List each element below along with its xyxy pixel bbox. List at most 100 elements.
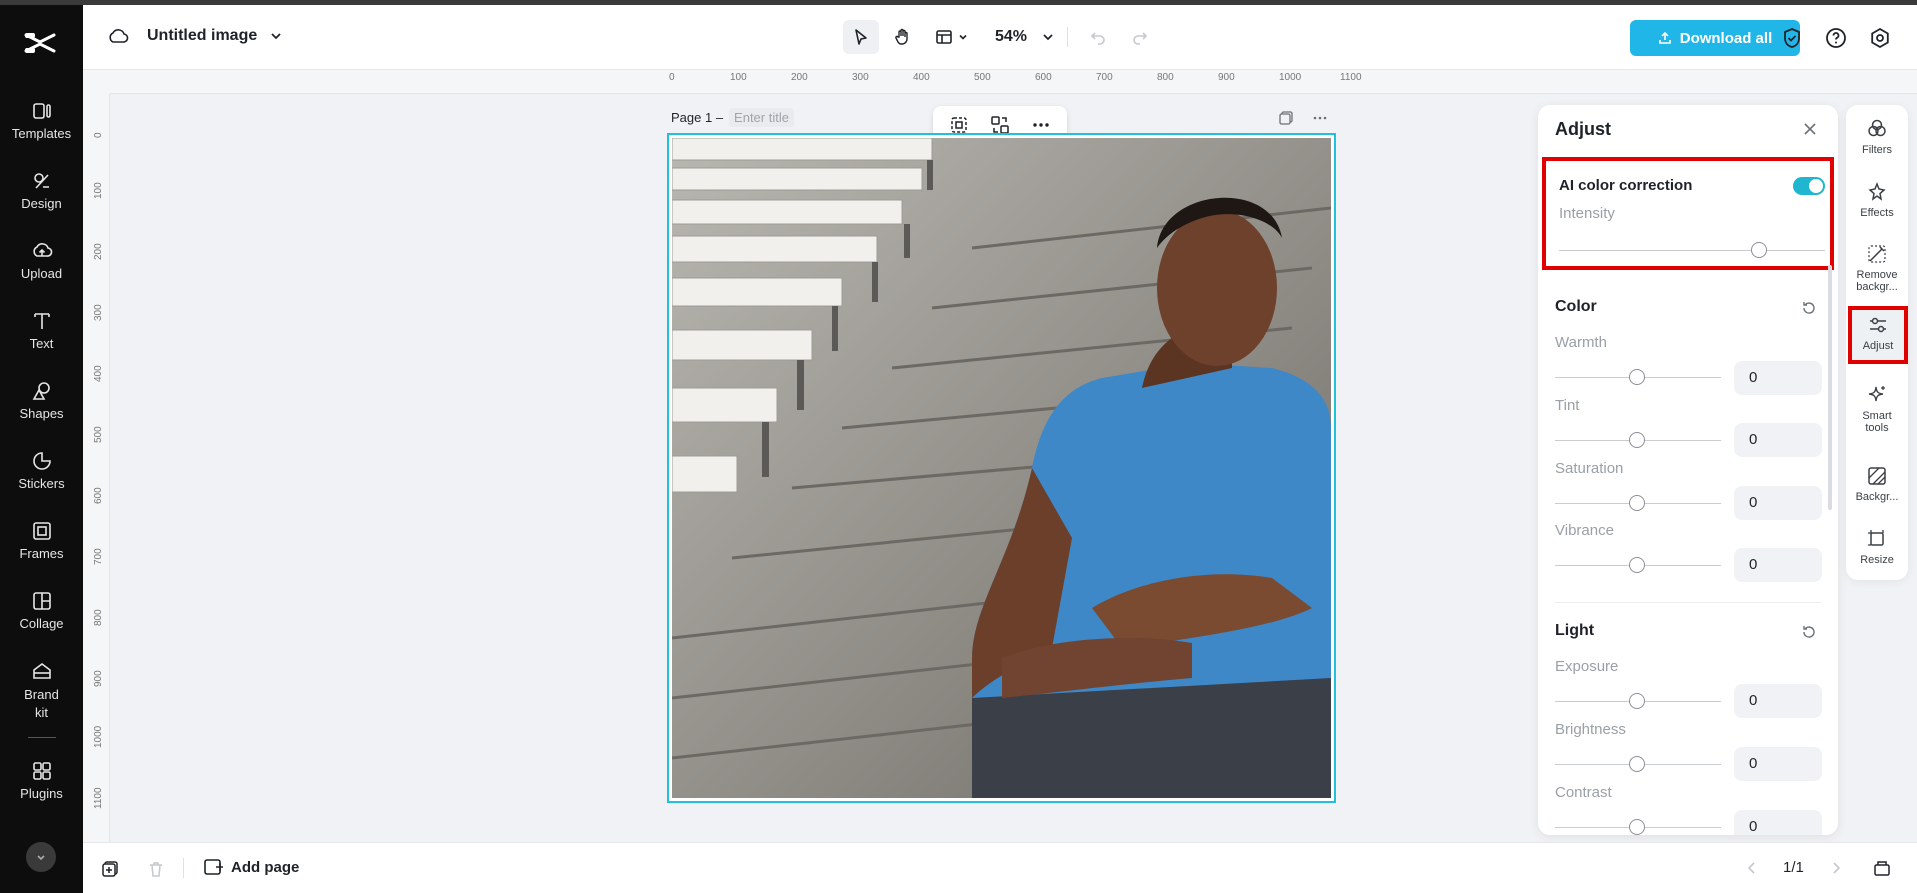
sidebar-item-design[interactable]: Design bbox=[0, 170, 83, 211]
replace-image-icon[interactable] bbox=[990, 115, 1010, 135]
previous-page-icon[interactable] bbox=[1745, 861, 1759, 875]
page-title-input[interactable]: Enter title bbox=[729, 108, 794, 127]
ruler-tick-label: 800 bbox=[93, 609, 104, 626]
rail-item-adjust[interactable]: Adjust bbox=[1848, 306, 1908, 364]
intensity-slider-track[interactable] bbox=[1559, 250, 1825, 251]
rail-item-effects[interactable]: Effects bbox=[1846, 181, 1908, 219]
filters-icon bbox=[1868, 119, 1886, 137]
reset-light-icon[interactable] bbox=[1801, 624, 1817, 640]
duplicate-page-icon[interactable] bbox=[1278, 110, 1294, 126]
sidebar-item-brand-kit[interactable]: Brand kit bbox=[0, 660, 83, 722]
rail-item-remove-background[interactable]: Remove backgr... bbox=[1846, 243, 1908, 293]
sidebar-item-templates[interactable]: Templates bbox=[0, 100, 83, 141]
ruler-tick-label: 1100 bbox=[93, 787, 104, 809]
adjust-panel-title: Adjust bbox=[1555, 119, 1611, 139]
rail-item-filters[interactable]: Filters bbox=[1846, 118, 1908, 156]
light-section-title: Light bbox=[1555, 622, 1595, 639]
grid-view-icon[interactable] bbox=[1873, 859, 1891, 877]
vibrance-value-input[interactable]: 0 bbox=[1734, 548, 1822, 582]
ruler-tick-label: 1100 bbox=[1340, 72, 1362, 83]
tint-slider-handle[interactable] bbox=[1629, 432, 1645, 448]
smart-tools-icon bbox=[1868, 386, 1885, 402]
add-page-label: Add page bbox=[231, 858, 300, 876]
help-button[interactable] bbox=[1823, 25, 1849, 51]
top-header: Untitled image 54% Download all bbox=[83, 5, 1917, 70]
hand-tool-button[interactable] bbox=[885, 20, 921, 54]
sidebar-item-plugins[interactable]: Plugins bbox=[0, 760, 83, 801]
ruler-tick-label: 500 bbox=[974, 72, 991, 83]
vertical-ruler: 0 100 200 300 400 500 600 700 800 900 1000 1100 bbox=[83, 94, 110, 842]
brightness-slider-handle[interactable] bbox=[1629, 756, 1645, 772]
cursor-icon bbox=[855, 29, 867, 45]
reset-color-icon[interactable] bbox=[1801, 300, 1817, 316]
tint-value-input[interactable]: 0 bbox=[1734, 423, 1822, 457]
vibrance-slider-handle[interactable] bbox=[1629, 557, 1645, 573]
sidebar-item-shapes[interactable]: Shapes bbox=[0, 380, 83, 421]
chevron-down-icon bbox=[37, 855, 45, 861]
sidebar-divider bbox=[28, 737, 56, 738]
panel-scrollbar[interactable] bbox=[1828, 265, 1832, 510]
sidebar-item-collage[interactable]: Collage bbox=[0, 590, 83, 631]
exposure-slider-handle[interactable] bbox=[1629, 693, 1645, 709]
sidebar-item-label: Text bbox=[29, 336, 54, 351]
layout-menu-button[interactable] bbox=[927, 20, 977, 54]
contrast-slider-handle[interactable] bbox=[1629, 819, 1645, 835]
saturation-value-input[interactable]: 0 bbox=[1734, 486, 1822, 520]
shield-button[interactable] bbox=[1779, 25, 1805, 51]
close-icon[interactable] bbox=[1802, 121, 1818, 137]
rail-item-background[interactable]: Backgr... bbox=[1846, 465, 1908, 503]
sidebar-item-upload[interactable]: Upload bbox=[0, 240, 83, 281]
capcut-logo-icon[interactable] bbox=[22, 25, 58, 61]
next-page-icon[interactable] bbox=[1829, 861, 1843, 875]
horizontal-ruler: 0 100 200 300 400 500 600 700 800 900 1000 1100 bbox=[110, 70, 1917, 94]
undo-button[interactable] bbox=[1080, 20, 1116, 54]
account-menu-button[interactable] bbox=[26, 842, 56, 872]
chevron-down-icon[interactable] bbox=[1041, 30, 1055, 44]
trash-icon[interactable] bbox=[147, 860, 165, 878]
add-page-button[interactable]: Add page bbox=[203, 857, 299, 877]
rail-item-resize[interactable]: Resize bbox=[1846, 528, 1908, 566]
settings-button[interactable] bbox=[1867, 25, 1893, 51]
ruler-tick-label: 100 bbox=[730, 72, 747, 83]
selected-image-frame[interactable] bbox=[667, 133, 1336, 803]
document-title[interactable]: Untitled image bbox=[147, 27, 257, 45]
add-layer-icon[interactable] bbox=[101, 860, 119, 878]
ruler-tick-label: 600 bbox=[93, 487, 104, 504]
sidebar-item-text[interactable]: Text bbox=[0, 310, 83, 351]
ruler-tick-label: 600 bbox=[1035, 72, 1052, 83]
gear-icon bbox=[1871, 27, 1889, 49]
download-all-label: Download all bbox=[1679, 29, 1773, 47]
adjust-icon bbox=[1870, 317, 1886, 333]
contrast-value-input[interactable]: 0 bbox=[1734, 810, 1822, 835]
document-title-area[interactable]: Untitled image bbox=[107, 25, 283, 47]
sidebar-item-label: Design bbox=[21, 196, 62, 211]
vibrance-label: Vibrance bbox=[1555, 522, 1614, 539]
redo-button[interactable] bbox=[1122, 20, 1158, 54]
contrast-label: Contrast bbox=[1555, 784, 1612, 801]
warmth-value-input[interactable]: 0 bbox=[1734, 361, 1822, 395]
redo-icon bbox=[1133, 32, 1148, 45]
saturation-slider-handle[interactable] bbox=[1629, 495, 1645, 511]
exposure-value-input[interactable]: 0 bbox=[1734, 684, 1822, 718]
zoom-level[interactable]: 54% bbox=[983, 28, 1035, 46]
select-tool-button[interactable] bbox=[843, 20, 879, 54]
crop-select-icon[interactable] bbox=[949, 115, 969, 135]
page-more-icon[interactable] bbox=[1312, 110, 1328, 126]
sidebar-item-label: Brand kit bbox=[24, 687, 59, 720]
undo-icon bbox=[1090, 32, 1105, 45]
rail-item-smart-tools[interactable]: Smart tools bbox=[1846, 384, 1908, 434]
sidebar-item-stickers[interactable]: Stickers bbox=[0, 450, 83, 491]
ruler-tick-label: 900 bbox=[1218, 72, 1235, 83]
brightness-value-input[interactable]: 0 bbox=[1734, 747, 1822, 781]
remove-background-icon bbox=[1868, 245, 1886, 263]
download-all-button[interactable]: Download all bbox=[1630, 20, 1800, 56]
ruler-tick-label: 200 bbox=[93, 243, 104, 260]
warmth-slider-handle[interactable] bbox=[1629, 369, 1645, 385]
ai-color-correction-section: AI color correction Intensity bbox=[1542, 157, 1834, 270]
chevron-down-icon[interactable] bbox=[269, 29, 283, 43]
more-options-icon[interactable] bbox=[1031, 115, 1051, 135]
photo-young-man-on-bleachers[interactable] bbox=[672, 138, 1331, 798]
intensity-slider-handle[interactable] bbox=[1750, 242, 1767, 258]
ai-color-correction-toggle[interactable] bbox=[1793, 177, 1825, 195]
sidebar-item-frames[interactable]: Frames bbox=[0, 520, 83, 561]
